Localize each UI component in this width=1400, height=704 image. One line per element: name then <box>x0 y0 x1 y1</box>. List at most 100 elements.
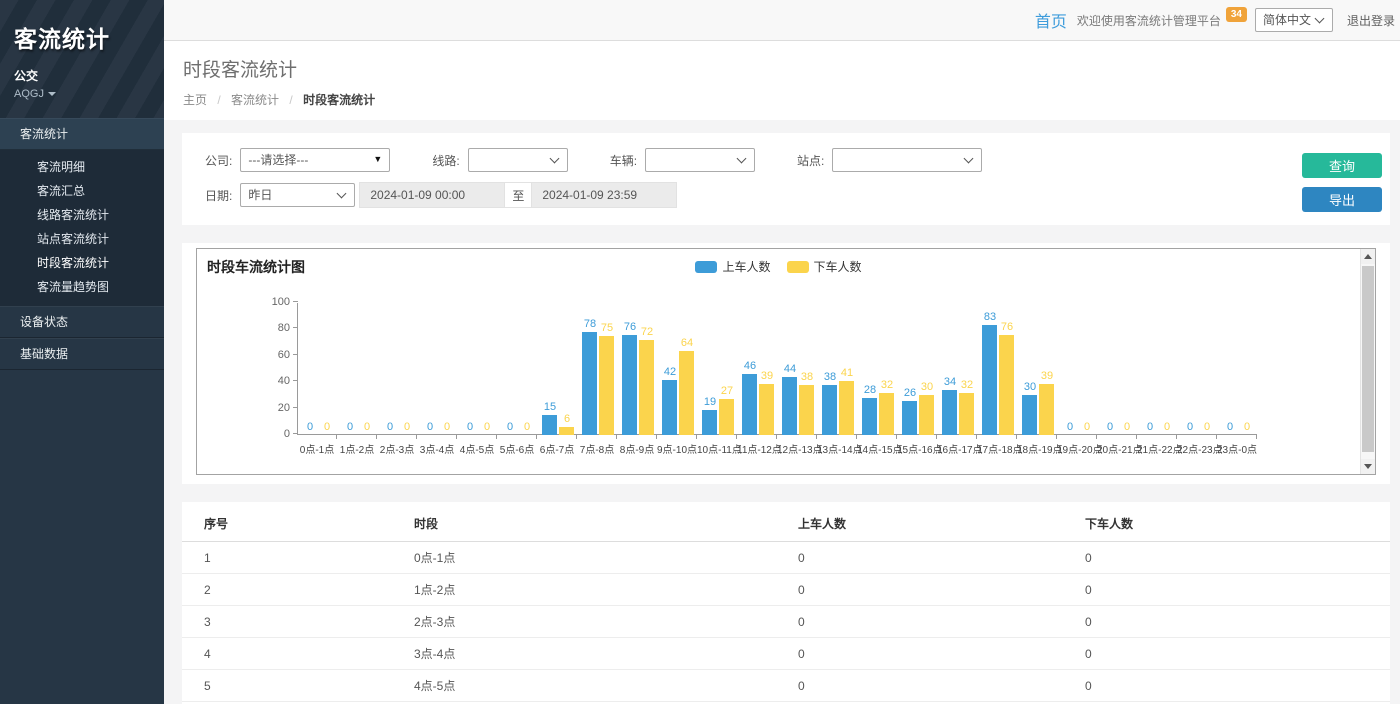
table-cell: 0 <box>798 574 1085 606</box>
legend-swatch-alighting <box>787 261 809 273</box>
sidebar-section[interactable]: 基础数据 <box>0 338 164 370</box>
bar-boarding <box>742 374 757 435</box>
bar-boarding <box>622 335 637 435</box>
x-axis-label: 18点-19点 <box>1017 441 1057 456</box>
data-table-panel: 序号 时段 上车人数 下车人数 10点-1点0021点-2点0032点-3点00… <box>182 502 1390 704</box>
bar-group: 00 <box>1138 303 1178 435</box>
x-axis-tick <box>337 435 377 439</box>
org-code-dropdown[interactable]: AQGJ <box>14 88 150 100</box>
table-cell: 0 <box>1085 606 1390 638</box>
date-start-input[interactable] <box>359 182 505 208</box>
sidebar-item[interactable]: 线路客流统计 <box>0 203 164 227</box>
bar-value-alighting: 39 <box>1033 370 1061 382</box>
company-select[interactable]: ---请选择--- <box>240 148 390 172</box>
home-link[interactable]: 首页 <box>1035 8 1067 32</box>
chart-legend: 上车人数 下车人数 <box>197 258 1360 275</box>
sidebar-section[interactable]: 客流统计 <box>0 118 164 150</box>
line-select[interactable] <box>468 148 568 172</box>
sidebar-item[interactable]: 客流量趋势图 <box>0 275 164 299</box>
bar-group: 3432 <box>938 303 978 435</box>
scroll-down-arrow-icon[interactable] <box>1361 459 1375 474</box>
bar-value-alighting: 64 <box>673 337 701 349</box>
table-cell: 5 <box>182 670 414 702</box>
bar-value-alighting: 32 <box>953 379 981 391</box>
sidebar-section[interactable]: 设备状态 <box>0 306 164 338</box>
sidebar-item[interactable]: 时段客流统计 <box>0 251 164 275</box>
x-axis-label: 14点-15点 <box>857 441 897 456</box>
chart-vertical-scrollbar[interactable] <box>1360 249 1375 474</box>
action-buttons: 查询 导出 <box>1302 153 1382 212</box>
bar-value-boarding: 15 <box>536 401 564 413</box>
x-axis-label: 12点-13点 <box>777 441 817 456</box>
table-body: 10点-1点0021点-2点0032点-3点0043点-4点0054点-5点00… <box>182 542 1390 704</box>
date-label: 日期: <box>205 187 232 204</box>
legend-swatch-boarding <box>695 261 717 273</box>
bar-group: 2630 <box>898 303 938 435</box>
caret-down-icon <box>48 92 56 96</box>
x-axis-label: 21点-22点 <box>1137 441 1177 456</box>
y-axis-tick-label: 60 <box>278 349 290 361</box>
x-axis-tick <box>1057 435 1097 439</box>
table-cell: 0 <box>798 606 1085 638</box>
main-area: 首页 欢迎使用客流统计管理平台 34 简体中文 退出登录 时段客流统计 主页 /… <box>164 0 1400 704</box>
bar-boarding <box>822 385 837 435</box>
bar-group: 00 <box>418 303 458 435</box>
org-name: 公交 <box>14 67 150 84</box>
bar-alighting <box>599 336 614 435</box>
x-axis-tick <box>817 435 857 439</box>
x-axis-tick <box>537 435 577 439</box>
bar-group: 7875 <box>578 303 618 435</box>
legend-item-alighting[interactable]: 下车人数 <box>787 258 862 275</box>
welcome-text: 欢迎使用客流统计管理平台 <box>1077 12 1221 29</box>
date-end-input[interactable] <box>531 182 677 208</box>
scroll-up-arrow-icon[interactable] <box>1361 249 1375 264</box>
table-cell: 3 <box>182 606 414 638</box>
x-axis-label: 8点-9点 <box>617 441 657 456</box>
table-cell: 3点-4点 <box>414 638 798 670</box>
x-axis-label: 5点-6点 <box>497 441 537 456</box>
station-select[interactable] <box>832 148 982 172</box>
breadcrumb-section[interactable]: 客流统计 <box>231 93 279 107</box>
bar-alighting <box>879 393 894 435</box>
legend-item-boarding[interactable]: 上车人数 <box>695 258 770 275</box>
bar-boarding <box>702 410 717 435</box>
chart-x-labels: 0点-1点1点-2点2点-3点3点-4点4点-5点5点-6点6点-7点7点-8点… <box>297 441 1257 456</box>
bar-group: 8376 <box>978 303 1018 435</box>
chart-x-ticks <box>297 435 1257 439</box>
x-axis-label: 23点-0点 <box>1217 441 1257 456</box>
bar-value-alighting: 41 <box>833 367 861 379</box>
sidebar-item[interactable]: 客流明细 <box>0 155 164 179</box>
query-button[interactable]: 查询 <box>1302 153 1382 178</box>
page-title: 时段客流统计 <box>183 55 1400 82</box>
col-index: 序号 <box>182 506 414 542</box>
x-axis-label: 9点-10点 <box>657 441 697 456</box>
notification-badge[interactable]: 34 <box>1226 7 1247 22</box>
filter-row-2: 日期: 昨日 至 <box>205 182 982 208</box>
bar-group: 00 <box>458 303 498 435</box>
bar-alighting <box>839 381 854 435</box>
x-axis-tick <box>857 435 897 439</box>
language-select[interactable]: 简体中文 <box>1255 8 1333 32</box>
bar-boarding <box>942 390 957 435</box>
content: 公司: ---请选择--- 线路: 车辆: 站点: <box>164 120 1400 704</box>
bar-boarding <box>982 325 997 435</box>
x-axis-tick <box>777 435 817 439</box>
bar-boarding <box>782 377 797 435</box>
breadcrumb-home[interactable]: 主页 <box>183 93 207 107</box>
sidebar-item[interactable]: 客流汇总 <box>0 179 164 203</box>
export-button[interactable]: 导出 <box>1302 187 1382 212</box>
scrollbar-thumb[interactable] <box>1362 266 1374 452</box>
filter-rows: 公司: ---请选择--- 线路: 车辆: 站点: <box>205 147 982 212</box>
brand-area: 客流统计 公交 AQGJ <box>0 0 164 118</box>
chart-plot: 0204060801000000000000001567875767242641… <box>297 303 1257 435</box>
bar-group: 1927 <box>698 303 738 435</box>
date-preset-select[interactable]: 昨日 <box>240 183 355 207</box>
x-axis-tick <box>977 435 1017 439</box>
vehicle-select[interactable] <box>645 148 755 172</box>
sidebar-item[interactable]: 站点客流统计 <box>0 227 164 251</box>
x-axis-label: 13点-14点 <box>817 441 857 456</box>
table-cell: 0 <box>798 670 1085 702</box>
x-axis-label: 11点-12点 <box>737 441 777 456</box>
logout-link[interactable]: 退出登录 <box>1347 12 1395 29</box>
table-row: 43点-4点00 <box>182 638 1390 670</box>
